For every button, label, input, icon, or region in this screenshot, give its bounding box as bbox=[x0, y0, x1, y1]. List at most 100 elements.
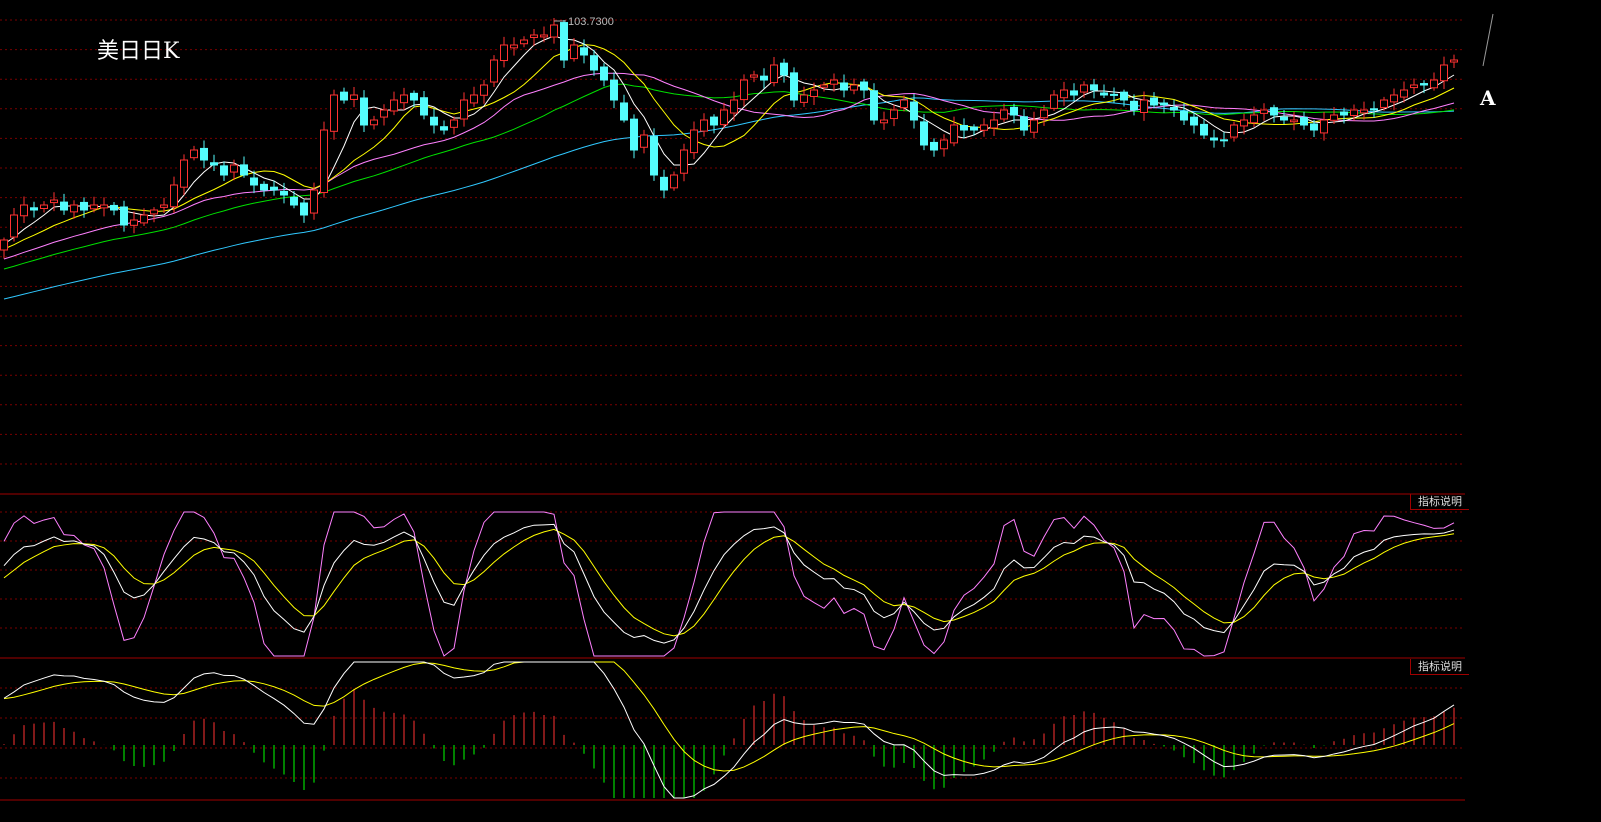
candle-down bbox=[1170, 106, 1178, 111]
candle-up bbox=[1400, 89, 1408, 98]
candle-up bbox=[1360, 109, 1368, 114]
candle-up bbox=[1000, 109, 1008, 120]
candle-down bbox=[630, 118, 638, 151]
candle-up bbox=[1410, 84, 1418, 89]
candle-up bbox=[450, 119, 458, 128]
kline-chart[interactable]: 103.7300 bbox=[0, 0, 1601, 822]
candle-down bbox=[440, 126, 448, 131]
candle-up bbox=[850, 84, 858, 91]
candle-up bbox=[670, 174, 678, 189]
candle-down bbox=[1200, 123, 1208, 136]
candle-down bbox=[590, 55, 598, 71]
candle-down bbox=[1090, 84, 1098, 91]
candle-up bbox=[50, 199, 58, 204]
candle-down bbox=[1100, 92, 1108, 96]
candle-up bbox=[1380, 99, 1388, 108]
candle-down bbox=[300, 202, 308, 216]
candle-up bbox=[1060, 89, 1068, 99]
candle-up bbox=[20, 204, 28, 217]
candle-up bbox=[690, 129, 698, 154]
candle-up bbox=[460, 99, 468, 120]
candle-down bbox=[860, 81, 868, 91]
candle-down bbox=[1210, 137, 1218, 141]
candle-up bbox=[10, 214, 18, 238]
candle-up bbox=[380, 109, 388, 118]
candle-down bbox=[910, 101, 918, 121]
candle-up bbox=[1430, 79, 1438, 89]
ma30-line bbox=[3, 83, 1455, 270]
candle-down bbox=[960, 124, 968, 131]
candle-up bbox=[900, 99, 908, 109]
candle-up bbox=[140, 214, 148, 224]
candle-up bbox=[40, 204, 48, 210]
candle-down bbox=[1110, 93, 1118, 96]
kdj-k-line bbox=[3, 523, 1455, 644]
candle-up bbox=[170, 184, 178, 208]
candle-up bbox=[680, 149, 688, 174]
candle-down bbox=[1340, 111, 1348, 116]
candle-down bbox=[920, 121, 928, 146]
candle-down bbox=[120, 206, 128, 226]
candle-down bbox=[220, 165, 228, 176]
candle-down bbox=[650, 136, 658, 176]
candle-down bbox=[840, 82, 848, 91]
candle-down bbox=[290, 196, 298, 206]
max-price-label: 103.7300 bbox=[568, 16, 614, 28]
candle-down bbox=[410, 92, 418, 101]
candle-up bbox=[1080, 84, 1088, 93]
candle-up bbox=[190, 149, 198, 159]
kdj-panel bbox=[3, 511, 1455, 657]
candle-up bbox=[1040, 109, 1048, 119]
candle-down bbox=[620, 102, 628, 121]
candle-down bbox=[360, 97, 368, 126]
candle-down bbox=[1310, 123, 1318, 131]
candle-up bbox=[570, 44, 578, 60]
candle-down bbox=[1180, 110, 1188, 121]
candle-down bbox=[760, 75, 768, 81]
candle-down bbox=[660, 176, 668, 191]
candle-up bbox=[510, 44, 518, 49]
ma10-line bbox=[3, 43, 1455, 250]
candle-down bbox=[260, 183, 268, 191]
candle-up bbox=[90, 204, 98, 210]
candle-down bbox=[1130, 100, 1138, 111]
candle-up bbox=[550, 24, 558, 38]
candle-up bbox=[980, 124, 988, 131]
candle-up bbox=[990, 119, 998, 129]
macd-dea-line bbox=[3, 661, 1455, 772]
drawing-trendline[interactable] bbox=[1482, 13, 1494, 67]
candle-down bbox=[210, 162, 218, 166]
candle-down bbox=[30, 207, 38, 211]
candle-up bbox=[740, 79, 748, 101]
candle-up bbox=[330, 94, 338, 132]
candle-down bbox=[110, 204, 118, 211]
candle-down bbox=[600, 66, 608, 81]
candle-up bbox=[1260, 109, 1268, 114]
candle-up bbox=[1250, 114, 1258, 124]
candle-down bbox=[790, 72, 798, 101]
candle-up bbox=[720, 109, 728, 126]
candle-down bbox=[1370, 108, 1378, 111]
candle-down bbox=[930, 141, 938, 151]
candle-up bbox=[1350, 109, 1358, 116]
candle-up bbox=[950, 124, 958, 144]
candle-up bbox=[470, 94, 478, 104]
candle-up bbox=[1230, 124, 1238, 138]
drawing-marker-label: A bbox=[1480, 86, 1496, 110]
candle-down bbox=[1020, 116, 1028, 131]
candle-down bbox=[1300, 116, 1308, 126]
kdj-indicator-help-button[interactable]: 指标说明 bbox=[1410, 494, 1469, 510]
candle-up bbox=[540, 34, 548, 38]
candle-down bbox=[420, 97, 428, 116]
candle-down bbox=[280, 190, 288, 196]
candle-down bbox=[80, 201, 88, 211]
candle-up bbox=[150, 209, 158, 215]
candle-up bbox=[500, 44, 508, 62]
candles bbox=[0, 18, 1458, 259]
macd-indicator-help-button[interactable]: 指标说明 bbox=[1410, 659, 1469, 675]
candle-down bbox=[200, 147, 208, 161]
candle-down bbox=[610, 79, 618, 101]
candle-up bbox=[750, 74, 758, 78]
candle-up bbox=[370, 119, 378, 126]
candle-up bbox=[1140, 99, 1148, 113]
